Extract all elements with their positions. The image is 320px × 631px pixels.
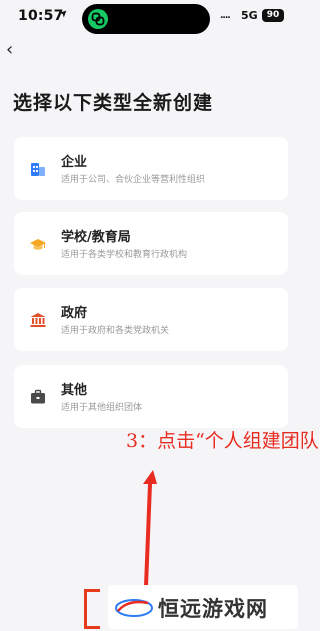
signal-icon: .... [220, 11, 231, 21]
battery-indicator: 90 [262, 9, 284, 22]
instruction-annotation: 3：点击“个人组建团队” [126, 430, 320, 452]
type-card-enterprise[interactable]: 企业 适用于公司、合伙企业等营利性组织 [14, 137, 288, 200]
back-chevron-icon[interactable]: ‹ [6, 40, 24, 60]
type-card-government[interactable]: 政府 适用于政府和各类党政机关 [14, 288, 288, 351]
type-card-description: 适用于政府和各类党政机关 [61, 326, 170, 336]
highlight-box [84, 589, 100, 629]
type-card-other[interactable]: 其他 适用于其他组织团体 [14, 365, 288, 428]
graduation-cap-icon [30, 236, 46, 252]
page-title: 选择以下类型全新创建 [13, 92, 214, 114]
status-bar: 10:57 ➤ .... 5G 90 [0, 0, 300, 40]
type-card-school[interactable]: 学校/教育局 适用于各类学校和教育行政机构 [14, 212, 288, 275]
type-card-name: 政府 [61, 306, 88, 321]
status-time: 10:57 [18, 8, 64, 24]
type-card-description: 适用于其他组织团体 [61, 403, 143, 413]
network-type: 5G [241, 9, 258, 22]
type-card-name: 学校/教育局 [61, 230, 131, 245]
type-card-name: 企业 [61, 155, 88, 170]
type-card-name: 其他 [61, 383, 88, 398]
watermark-text: 恒远游戏网 [158, 596, 268, 621]
building-icon [30, 161, 46, 177]
pointer-arrow-icon [143, 470, 157, 586]
type-card-description: 适用于各类学校和教育行政机构 [61, 250, 188, 260]
app-link-icon [88, 9, 108, 29]
briefcase-icon [30, 389, 46, 405]
watermark-logo-icon [115, 599, 153, 617]
dynamic-island [82, 4, 210, 34]
government-building-icon [30, 312, 46, 328]
watermark: 恒远游戏网 [108, 585, 298, 629]
type-card-description: 适用于公司、合伙企业等营利性组织 [61, 175, 206, 185]
